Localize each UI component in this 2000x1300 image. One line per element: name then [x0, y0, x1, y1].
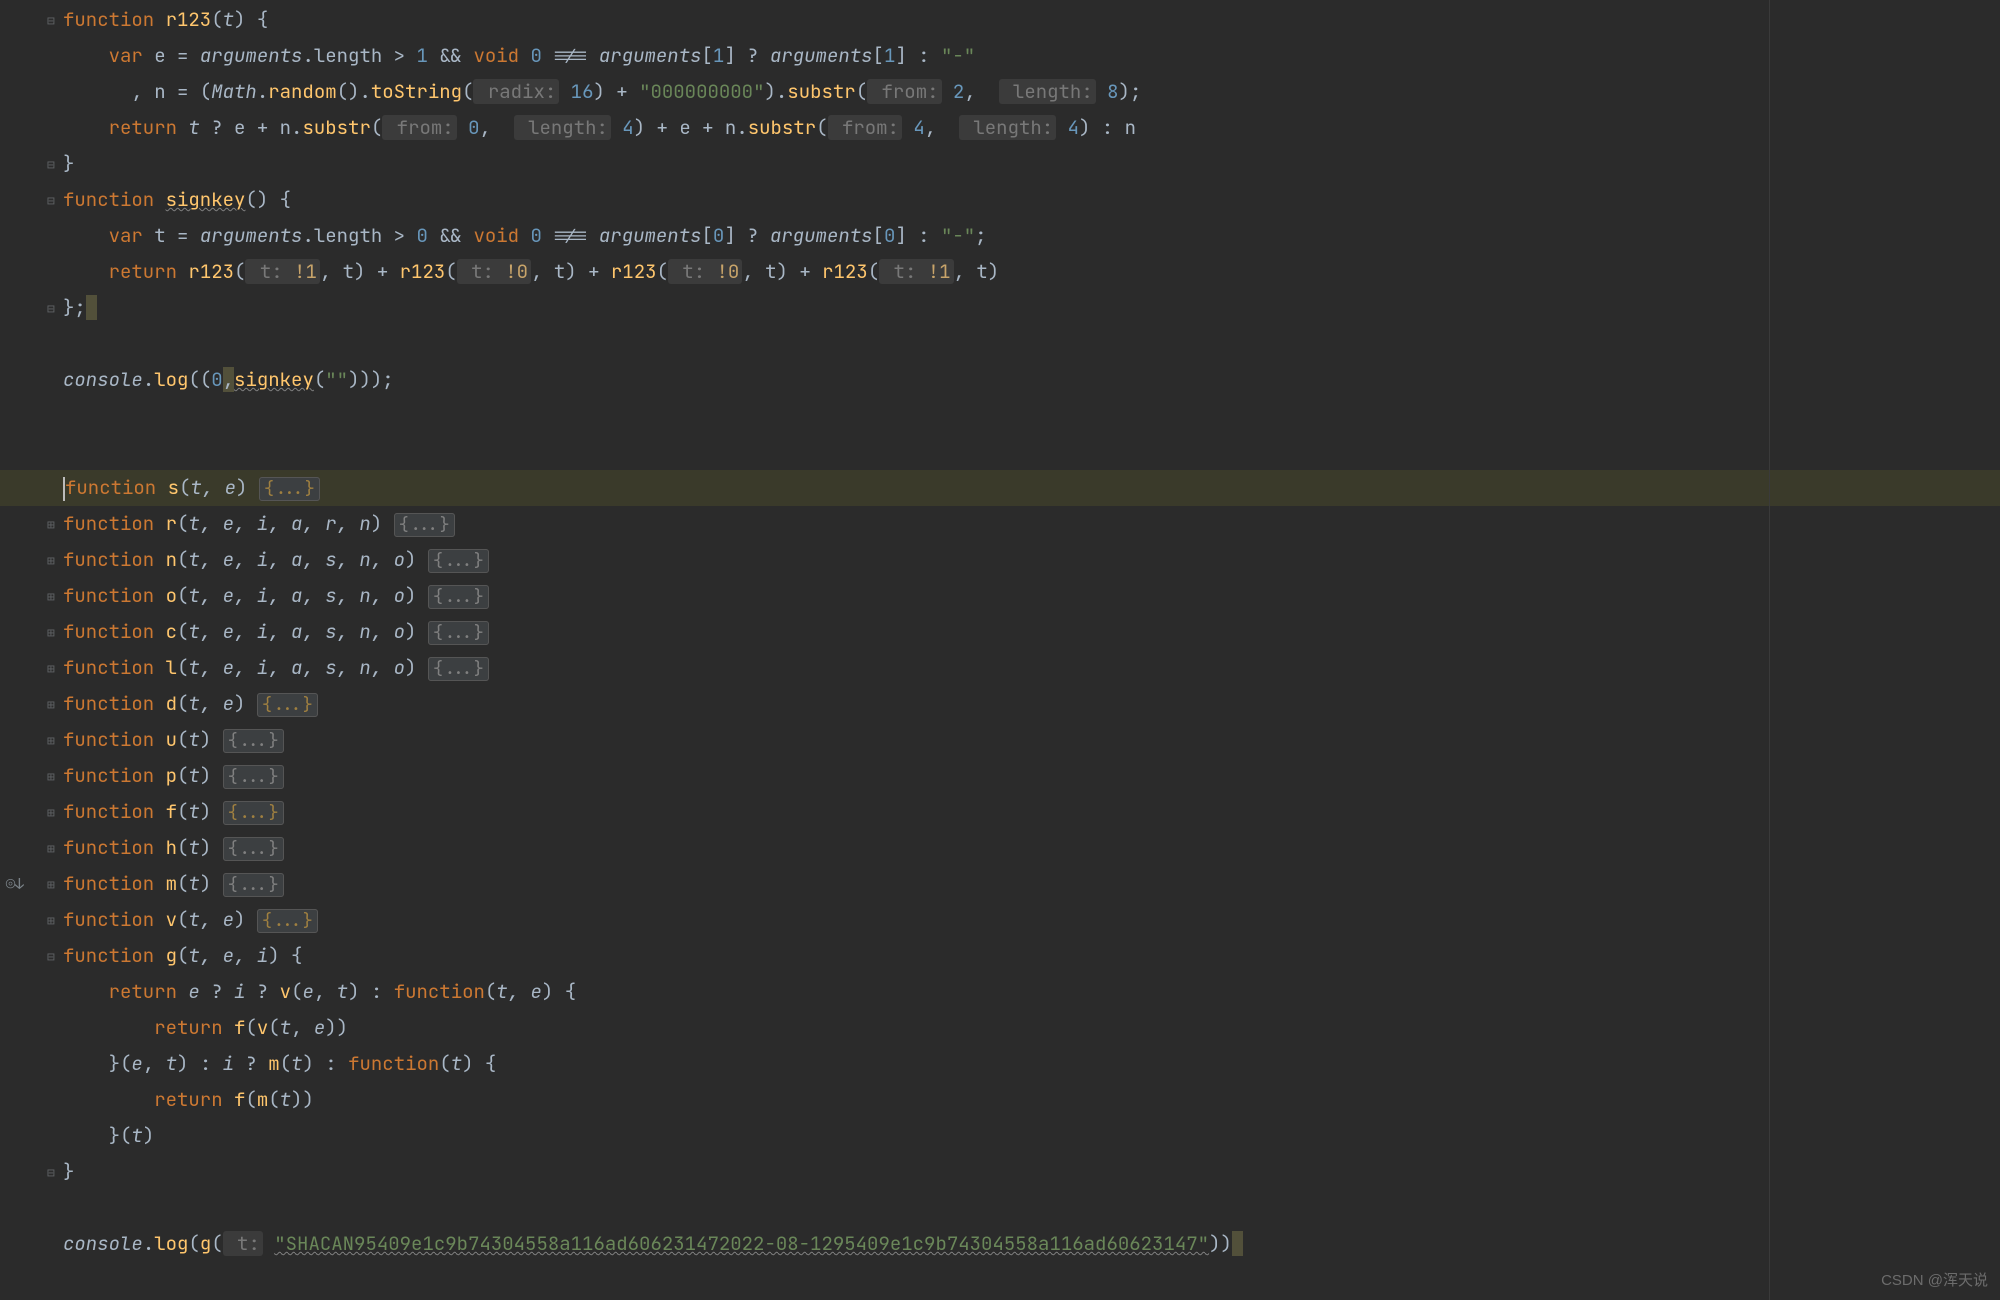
fold-close-icon[interactable]: ⊟: [47, 290, 55, 326]
code-line[interactable]: function u(t) {...}: [63, 722, 2000, 758]
code-line[interactable]: return f(v(t, e)): [63, 1010, 2000, 1046]
code-line[interactable]: console.log(g( t: "SHACAN95409e1c9b74304…: [63, 1226, 2000, 1262]
fold-placeholder[interactable]: {...}: [223, 873, 284, 897]
fold-placeholder[interactable]: {...}: [257, 693, 318, 717]
right-margin-guide: [1769, 0, 1770, 1300]
code-line[interactable]: function p(t) {...}: [63, 758, 2000, 794]
code-line[interactable]: var e = arguments.length > 1 && void 0 !…: [63, 38, 2000, 74]
code-line[interactable]: }(t): [63, 1118, 2000, 1154]
code-line[interactable]: return f(m(t)): [63, 1082, 2000, 1118]
code-area[interactable]: function r123(t) { var e = arguments.len…: [63, 0, 2000, 1300]
fold-close-icon[interactable]: ⊟: [47, 146, 55, 182]
inlay-hint: length:: [959, 115, 1056, 140]
fold-closed-icon[interactable]: ⊞: [47, 614, 55, 650]
fold-placeholder[interactable]: {...}: [428, 585, 489, 609]
code-line[interactable]: return r123( t: !1, t) + r123( t: !0, t)…: [63, 254, 2000, 290]
code-line[interactable]: function signkey() {: [63, 182, 2000, 218]
fold-closed-icon[interactable]: ⊞: [47, 650, 55, 686]
inlay-hint: t:: [223, 1231, 263, 1256]
fold-closed-icon[interactable]: ⊞: [47, 686, 55, 722]
code-line[interactable]: }(e, t) : i ? m(t) : function(t) {: [63, 1046, 2000, 1082]
inlay-hint: t: !0: [668, 259, 742, 284]
code-line[interactable]: function g(t, e, i) {: [63, 938, 2000, 974]
inlay-hint: length:: [999, 79, 1096, 104]
code-line[interactable]: function f(t) {...}: [63, 794, 2000, 830]
fold-closed-icon[interactable]: ⊞: [47, 830, 55, 866]
code-line[interactable]: console.log((0,signkey("")));: [63, 362, 2000, 398]
inlay-hint: length:: [514, 115, 611, 140]
fold-closed-icon[interactable]: ⊞: [47, 542, 55, 578]
code-line[interactable]: function r(t, e, i, a, r, n) {...}: [63, 506, 2000, 542]
code-line[interactable]: function m(t) {...}: [63, 866, 2000, 902]
inlay-hint: t: !1: [879, 259, 953, 284]
code-line[interactable]: }: [63, 1154, 2000, 1190]
code-line[interactable]: };: [63, 290, 2000, 326]
code-line[interactable]: [63, 434, 2000, 470]
inlay-hint: from:: [382, 115, 456, 140]
fold-placeholder[interactable]: {...}: [223, 729, 284, 753]
code-line[interactable]: function c(t, e, i, a, s, n, o) {...}: [63, 614, 2000, 650]
fold-placeholder[interactable]: {...}: [428, 621, 489, 645]
fold-placeholder[interactable]: {...}: [259, 477, 320, 501]
fold-placeholder[interactable]: {...}: [223, 837, 284, 861]
code-line[interactable]: , n = (Math.random().toString( radix: 16…: [63, 74, 2000, 110]
fold-open-icon[interactable]: ⊟: [47, 182, 55, 218]
gutter: ◎↓: [0, 0, 45, 1300]
code-line[interactable]: [63, 398, 2000, 434]
code-line[interactable]: }: [63, 146, 2000, 182]
code-line[interactable]: function r123(t) {: [63, 2, 2000, 38]
fold-open-icon[interactable]: ⊟: [47, 938, 55, 974]
code-line-current[interactable]: function s(t, e) {...}: [63, 470, 2000, 506]
code-line[interactable]: function o(t, e, i, a, s, n, o) {...}: [63, 578, 2000, 614]
fold-closed-icon[interactable]: ⊞: [47, 506, 55, 542]
fold-placeholder[interactable]: {...}: [257, 909, 318, 933]
code-line[interactable]: function h(t) {...}: [63, 830, 2000, 866]
fold-closed-icon[interactable]: ⊞: [47, 902, 55, 938]
code-line[interactable]: function l(t, e, i, a, s, n, o) {...}: [63, 650, 2000, 686]
fold-placeholder[interactable]: {...}: [428, 657, 489, 681]
inlay-hint: from:: [867, 79, 941, 104]
code-line[interactable]: [63, 1190, 2000, 1226]
code-line[interactable]: function v(t, e) {...}: [63, 902, 2000, 938]
code-line[interactable]: function n(t, e, i, a, s, n, o) {...}: [63, 542, 2000, 578]
fold-closed-icon[interactable]: ⊞: [47, 722, 55, 758]
fold-closed-icon[interactable]: ⊞: [47, 794, 55, 830]
inlay-hint: t: !0: [457, 259, 531, 284]
code-line[interactable]: return t ? e + n.substr( from: 0, length…: [63, 110, 2000, 146]
fold-placeholder[interactable]: {...}: [223, 765, 284, 789]
watermark-text: CSDN @浑天说: [1881, 1269, 1988, 1290]
fold-closed-icon[interactable]: ⊞: [47, 758, 55, 794]
fold-placeholder[interactable]: {...}: [428, 549, 489, 573]
fold-closed-icon[interactable]: ⊞: [47, 866, 55, 902]
code-line[interactable]: var t = arguments.length > 0 && void 0 !…: [63, 218, 2000, 254]
inlay-hint: t: !1: [245, 259, 319, 284]
inlay-hint: from:: [828, 115, 902, 140]
code-editor[interactable]: ◎↓ ⊟ ⊟ ⊟ ⊟ ⊞ ⊞ ⊞ ⊞ ⊞ ⊞ ⊞ ⊞ ⊞ ⊞ ⊞ ⊞ ⊞ ⊟ ⊟…: [0, 0, 2000, 1300]
inlay-hint: radix:: [473, 79, 559, 104]
fold-open-icon[interactable]: ⊟: [47, 2, 55, 38]
code-line[interactable]: return e ? i ? v(e, t) : function(t, e) …: [63, 974, 2000, 1010]
fold-placeholder[interactable]: {...}: [223, 801, 284, 825]
fold-close-icon[interactable]: ⊟: [47, 1154, 55, 1190]
code-line[interactable]: [63, 326, 2000, 362]
method-separator-icon: ◎↓: [6, 874, 24, 894]
fold-closed-icon[interactable]: ⊞: [47, 578, 55, 614]
code-line[interactable]: function d(t, e) {...}: [63, 686, 2000, 722]
fold-placeholder[interactable]: {...}: [394, 513, 455, 537]
fold-column[interactable]: ⊟ ⊟ ⊟ ⊟ ⊞ ⊞ ⊞ ⊞ ⊞ ⊞ ⊞ ⊞ ⊞ ⊞ ⊞ ⊞ ⊞ ⊟ ⊟: [45, 0, 63, 1300]
